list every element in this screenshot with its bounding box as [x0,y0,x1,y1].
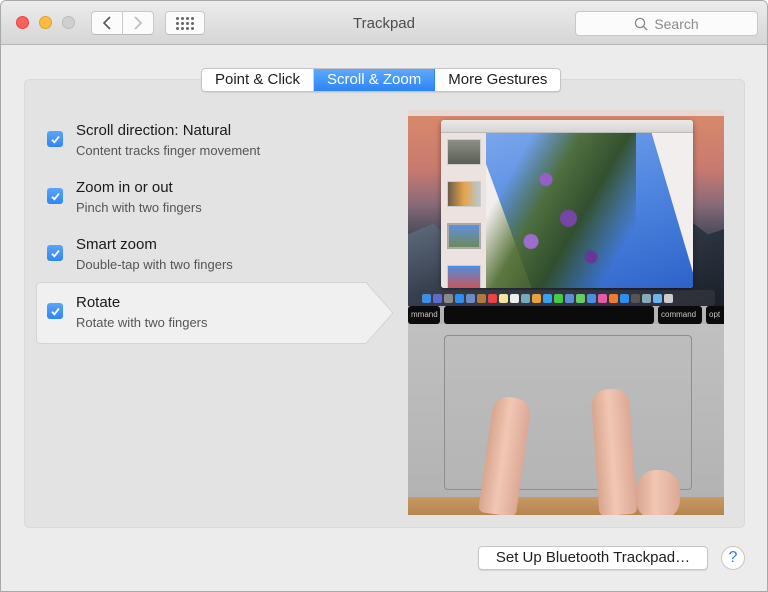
search-placeholder: Search [654,15,699,32]
checkmark-icon [50,192,60,201]
thumbnail-image [447,265,481,288]
checkmark-icon [50,249,60,258]
help-button[interactable]: ? [721,546,745,570]
thumbnail-image [447,181,481,207]
trackpad-surface [444,335,692,490]
preview-dock [418,290,715,306]
preview-app-toolbar [441,120,693,133]
trackpad-preferences-window: Trackpad Search Point & Click Scroll & Z… [0,0,768,592]
key-command-left: mmand [408,306,440,324]
option-subtitle: Double-tap with two fingers [76,257,233,272]
desktop-background [408,110,724,306]
title-bar: Trackpad Search [1,1,767,45]
set-up-bluetooth-trackpad-button[interactable]: Set Up Bluetooth Trackpad… [478,546,708,570]
checkmark-icon [50,307,60,316]
preview-menu-bar [408,110,724,116]
rotate-checkbox[interactable] [47,303,63,319]
knuckle [636,470,680,515]
tab-point-and-click[interactable]: Point & Click [202,69,315,91]
option-subtitle: Content tracks finger movement [76,143,261,158]
option-subtitle: Rotate with two fingers [76,315,208,330]
preview-app-window [441,120,693,288]
scroll-direction-checkbox[interactable] [47,131,63,147]
option-title: Smart zoom [76,236,157,253]
key-command-right: command [658,306,702,324]
preview-app-sidebar [441,133,486,288]
option-title: Rotate [76,294,121,311]
tab-scroll-and-zoom[interactable]: Scroll & Zoom [314,69,436,91]
zoom-in-or-out-checkbox[interactable] [47,188,63,204]
thumbnail-image [447,139,481,165]
tab-more-gestures[interactable]: More Gestures [435,69,560,91]
option-scroll-direction[interactable]: Scroll direction: Natural Content tracks… [37,110,377,170]
smart-zoom-checkbox[interactable] [47,245,63,261]
thumbnail-image-selected [447,223,481,249]
search-field[interactable]: Search [575,11,758,36]
option-title: Zoom in or out [76,179,173,196]
checkmark-icon [50,135,60,144]
tab-bar: Point & Click Scroll & Zoom More Gesture… [201,68,562,92]
gesture-preview-video: mmand command opt [408,110,724,515]
option-title: Scroll direction: Natural [76,122,232,139]
key-space [444,306,654,324]
option-zoom-in-or-out[interactable]: Zoom in or out Pinch with two fingers [37,167,377,227]
option-rotate[interactable]: Rotate Rotate with two fingers [37,282,377,342]
search-icon [635,17,648,30]
flower-photo-detail [486,133,636,288]
option-smart-zoom[interactable]: Smart zoom Double-tap with two fingers [37,224,377,284]
key-option: opt [706,306,724,324]
option-subtitle: Pinch with two fingers [76,200,202,215]
